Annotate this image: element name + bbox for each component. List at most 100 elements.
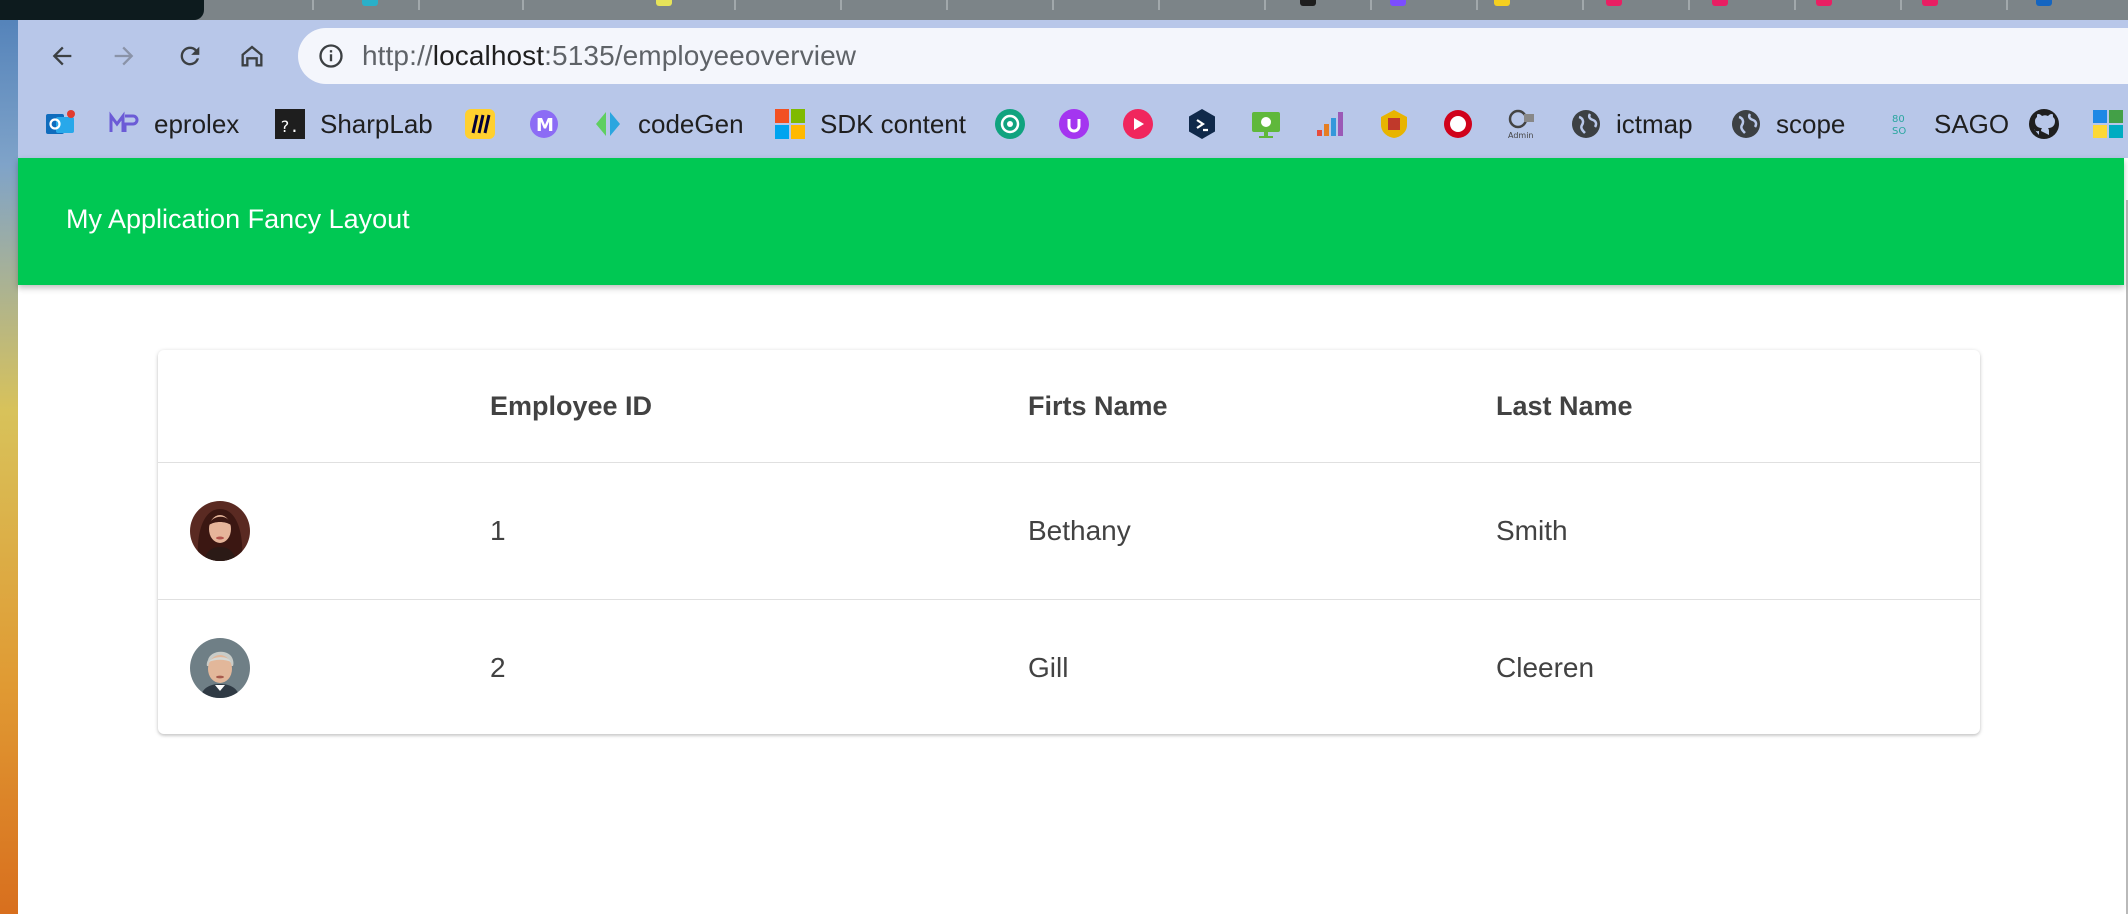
bookmark-eprolex[interactable]: eprolex bbox=[108, 104, 239, 144]
terminal-icon bbox=[1186, 108, 1218, 140]
tab-separator bbox=[1900, 0, 1902, 10]
bookmark-label: ictmap bbox=[1616, 108, 1693, 139]
tab-separator bbox=[1370, 0, 1372, 10]
tab-separator bbox=[312, 0, 314, 10]
mastodon-icon: M bbox=[528, 108, 560, 140]
bookmark-chatgpt[interactable] bbox=[994, 104, 1026, 144]
desktop-background-edge bbox=[0, 0, 18, 914]
tab-separator bbox=[1052, 0, 1054, 10]
url-text[interactable]: http://localhost:5135/employeeoverview bbox=[362, 40, 856, 72]
codegen-icon bbox=[592, 108, 624, 140]
url-scheme: http:// bbox=[362, 40, 433, 71]
tab-separator bbox=[418, 0, 420, 10]
browser-tab-strip[interactable] bbox=[0, 0, 2128, 20]
tab-separator bbox=[1158, 0, 1160, 10]
arrow-right-icon bbox=[114, 46, 134, 66]
badge-icon bbox=[1442, 108, 1474, 140]
tab-separator bbox=[1688, 0, 1690, 10]
reload-button[interactable] bbox=[170, 36, 210, 76]
bookmark-tile[interactable] bbox=[2092, 104, 2124, 144]
bookmark-outlook[interactable] bbox=[44, 104, 76, 144]
bookmark-codegen[interactable]: codeGen bbox=[592, 104, 744, 144]
svg-text:M: M bbox=[536, 115, 554, 136]
tab-favicon[interactable] bbox=[1816, 0, 1832, 6]
bookmark-sharplab[interactable]: ?. SharpLab bbox=[274, 104, 433, 144]
tab-favicon[interactable] bbox=[1922, 0, 1938, 6]
avatar-cell bbox=[190, 463, 250, 599]
app-title: My Application Fancy Layout bbox=[66, 204, 410, 234]
avatar bbox=[190, 501, 250, 561]
bookmark-github[interactable] bbox=[2028, 104, 2060, 144]
tab-favicon[interactable] bbox=[1712, 0, 1728, 6]
outlook-icon bbox=[44, 108, 76, 140]
avatar bbox=[190, 638, 250, 698]
forward-button[interactable] bbox=[104, 36, 144, 76]
miro-icon bbox=[464, 108, 496, 140]
back-button[interactable] bbox=[42, 36, 82, 76]
last-name-cell: Cleeren bbox=[1496, 652, 1595, 683]
bookmark-label: eprolex bbox=[154, 108, 240, 139]
tab-separator bbox=[2006, 0, 2008, 10]
tab-favicon[interactable] bbox=[2036, 0, 2052, 6]
first-name-cell: Bethany bbox=[1028, 515, 1131, 546]
url-host: localhost bbox=[432, 40, 545, 71]
globe-icon bbox=[1570, 108, 1602, 140]
bookmark-admin[interactable]: Admin bbox=[1506, 104, 1538, 144]
tab-favicon[interactable] bbox=[1390, 0, 1406, 6]
reload-icon bbox=[180, 46, 200, 66]
bookmark-sago[interactable]: 80 SO SAGO bbox=[1888, 104, 2009, 144]
bookmark-video[interactable] bbox=[1122, 104, 1154, 144]
admin-icon: Admin bbox=[1506, 108, 1538, 140]
tab-favicon[interactable] bbox=[656, 0, 672, 6]
column-header-employee-id[interactable]: Employee ID bbox=[490, 350, 652, 462]
tab-separator bbox=[1264, 0, 1266, 10]
employee-id-cell: 2 bbox=[490, 652, 506, 683]
table-header-row: Employee ID Firts Name Last Name bbox=[158, 350, 1980, 463]
bookmark-sdk-content[interactable]: SDK content bbox=[774, 104, 966, 144]
crest-icon bbox=[1378, 108, 1410, 140]
tab-separator bbox=[946, 0, 948, 10]
bookmark-crest[interactable] bbox=[1378, 104, 1410, 144]
tab-separator bbox=[840, 0, 842, 10]
bookmark-cloud-monitor[interactable] bbox=[1250, 104, 1282, 144]
globe-icon bbox=[1730, 108, 1762, 140]
column-header-first-name[interactable]: Firts Name bbox=[1028, 350, 1168, 462]
employee-id-cell: 1 bbox=[490, 515, 506, 546]
bookmark-label: scope bbox=[1776, 108, 1846, 139]
tab-favicon[interactable] bbox=[1606, 0, 1622, 6]
tab-favicon[interactable] bbox=[1300, 0, 1316, 6]
arrow-left-icon bbox=[52, 46, 72, 66]
info-icon bbox=[319, 44, 343, 68]
address-bar[interactable]: http://localhost:5135/employeeoverview bbox=[298, 28, 2128, 84]
browser-toolbar: http://localhost:5135/employeeoverview bbox=[18, 20, 2128, 92]
table-row[interactable]: 1 Bethany Smith bbox=[158, 463, 1980, 600]
bookmark-scope[interactable]: scope bbox=[1730, 104, 1845, 144]
svg-text:?.: ?. bbox=[280, 117, 299, 136]
microsoft-icon bbox=[774, 108, 806, 140]
sharplab-icon: ?. bbox=[274, 108, 306, 140]
tile-icon bbox=[2092, 108, 2124, 140]
first-name-cell: Gill bbox=[1028, 652, 1069, 683]
column-header-last-name[interactable]: Last Name bbox=[1496, 350, 1633, 462]
bookmarks-bar: eprolex ?. SharpLab M codeGen SDK conten… bbox=[18, 92, 2128, 158]
table-row[interactable]: 2 Gill Cleeren bbox=[158, 600, 1980, 736]
bookmark-mastodon[interactable]: M bbox=[528, 104, 560, 144]
udemy-icon bbox=[1058, 108, 1090, 140]
site-info-button[interactable] bbox=[316, 41, 346, 71]
bookmark-terminal[interactable] bbox=[1186, 104, 1218, 144]
bookmark-bars[interactable] bbox=[1314, 104, 1346, 144]
bookmark-udemy[interactable] bbox=[1058, 104, 1090, 144]
tab-separator bbox=[1476, 0, 1478, 10]
tab-separator bbox=[1794, 0, 1796, 10]
bookmark-badge[interactable] bbox=[1442, 104, 1474, 144]
tab-separator bbox=[1582, 0, 1584, 10]
bookmark-miro[interactable] bbox=[464, 104, 496, 144]
tab-favicon[interactable] bbox=[362, 0, 378, 6]
svg-text:80: 80 bbox=[1892, 114, 1905, 125]
bookmark-label: SharpLab bbox=[320, 108, 433, 139]
bookmark-ictmap[interactable]: ictmap bbox=[1570, 104, 1693, 144]
tab-favicon[interactable] bbox=[1494, 0, 1510, 6]
active-tab-edge[interactable] bbox=[0, 0, 204, 20]
home-button[interactable] bbox=[232, 36, 272, 76]
home-icon bbox=[241, 45, 263, 67]
